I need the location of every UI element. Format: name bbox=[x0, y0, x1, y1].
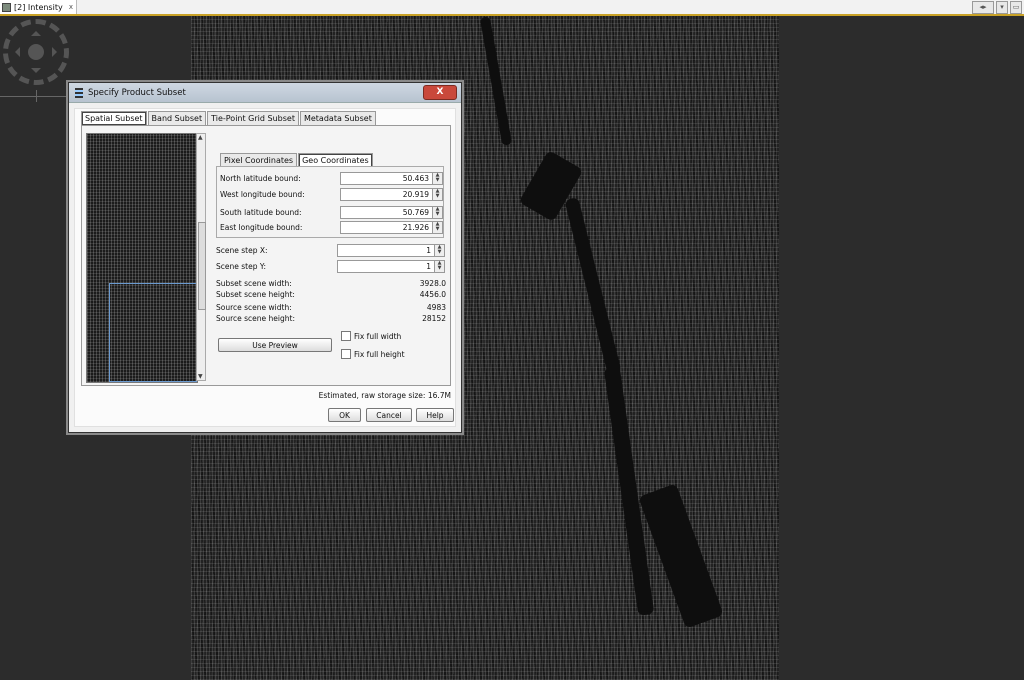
zoom-slider-track[interactable] bbox=[0, 96, 75, 97]
tab-close-icon[interactable]: x bbox=[69, 3, 73, 11]
document-tab-bar: [2] Intensity x ◂▸ ▾ ▭ bbox=[0, 0, 1024, 16]
tab-intensity[interactable]: [2] Intensity x bbox=[0, 0, 77, 14]
scene-step-y-label: Scene step Y: bbox=[216, 262, 266, 271]
preview-scrollbar[interactable]: ▲ ▼ bbox=[196, 133, 206, 381]
tab-list-button[interactable]: ▾ bbox=[996, 1, 1008, 14]
tab-title: [2] Intensity bbox=[14, 2, 63, 12]
checkbox-box[interactable] bbox=[341, 331, 351, 341]
use-preview-button[interactable]: Use Preview bbox=[218, 338, 332, 352]
south-latitude-label: South latitude bound: bbox=[220, 208, 302, 217]
storage-size-label: Estimated, raw storage size: 16.7M bbox=[318, 391, 451, 400]
geo-coordinates-panel: North latitude bound: 50.463 ▲ ▼ West long… bbox=[216, 166, 444, 238]
checkbox-box[interactable] bbox=[341, 349, 351, 359]
close-button[interactable]: X bbox=[423, 85, 457, 100]
pan-navigation-control[interactable] bbox=[3, 19, 69, 85]
west-longitude-label: West longitude bound: bbox=[220, 190, 305, 199]
pan-left-icon[interactable] bbox=[10, 47, 20, 57]
scroll-down-icon[interactable]: ▼ bbox=[198, 373, 203, 380]
east-longitude-label: East longitude bound: bbox=[220, 223, 303, 232]
spinner-arrows-icon[interactable]: ▲ ▼ bbox=[432, 222, 442, 233]
coordinate-tabs: Pixel Coordinates Geo Coordinates bbox=[220, 153, 374, 167]
tab-metadata-subset[interactable]: Metadata Subset bbox=[299, 111, 376, 125]
west-longitude-field[interactable]: 20.919 ▲ ▼ bbox=[340, 188, 443, 201]
fix-full-height-checkbox[interactable]: Fix full height bbox=[341, 349, 405, 359]
north-latitude-label: North latitude bound: bbox=[220, 174, 301, 183]
subset-width-value: 3928.0 bbox=[419, 279, 446, 288]
subset-height-label: Subset scene height: bbox=[216, 290, 295, 299]
spinner-arrows-icon[interactable]: ▲ ▼ bbox=[434, 245, 444, 256]
dialog-content: Spatial Subset Band Subset Tie-Point Gri… bbox=[74, 108, 456, 427]
north-latitude-field[interactable]: 50.463 ▲ ▼ bbox=[340, 172, 443, 185]
pan-right-icon[interactable] bbox=[52, 47, 62, 57]
subset-preview-thumbnail[interactable] bbox=[86, 133, 198, 383]
source-height-label: Source scene height: bbox=[216, 314, 295, 323]
zoom-slider-handle[interactable] bbox=[36, 90, 37, 102]
tab-band-subset[interactable]: Band Subset bbox=[147, 111, 207, 125]
tab-scroll-button[interactable]: ◂▸ bbox=[972, 1, 994, 14]
scene-step-y-field[interactable]: 1 ▲ ▼ bbox=[337, 260, 445, 273]
specify-product-subset-dialog: Specify Product Subset X Spatial Subset … bbox=[68, 82, 462, 433]
pan-down-icon[interactable] bbox=[31, 68, 41, 78]
dialog-titlebar[interactable]: Specify Product Subset X bbox=[69, 83, 461, 103]
window-controls: ◂▸ ▾ ▭ bbox=[972, 1, 1022, 14]
tab-tie-point-grid-subset[interactable]: Tie-Point Grid Subset bbox=[207, 111, 299, 125]
south-latitude-field[interactable]: 50.769 ▲ ▼ bbox=[340, 206, 443, 219]
spinner-arrows-icon[interactable]: ▲ ▼ bbox=[432, 189, 442, 200]
dialog-title: Specify Product Subset bbox=[88, 87, 186, 98]
pan-up-icon[interactable] bbox=[31, 26, 41, 36]
scene-step-x-label: Scene step X: bbox=[216, 246, 268, 255]
help-button[interactable]: Help bbox=[416, 408, 454, 422]
image-view-icon bbox=[2, 2, 11, 12]
scene-step-x-field[interactable]: 1 ▲ ▼ bbox=[337, 244, 445, 257]
subset-tabs: Spatial Subset Band Subset Tie-Point Gri… bbox=[81, 111, 377, 125]
source-height-value: 28152 bbox=[422, 314, 446, 323]
spinner-arrows-icon[interactable]: ▲ ▼ bbox=[434, 261, 444, 272]
subset-selection-rectangle[interactable] bbox=[109, 283, 197, 382]
spinner-arrows-icon[interactable]: ▲ ▼ bbox=[432, 173, 442, 184]
maximize-button[interactable]: ▭ bbox=[1010, 1, 1022, 14]
scroll-up-icon[interactable]: ▲ bbox=[198, 134, 203, 141]
ok-button[interactable]: OK bbox=[328, 408, 361, 422]
pan-center[interactable] bbox=[28, 44, 44, 60]
spatial-subset-panel: ▲ ▼ Pixel Coordinates Geo Coordinates No… bbox=[81, 125, 451, 386]
spinner-arrows-icon[interactable]: ▲ ▼ bbox=[432, 207, 442, 218]
source-width-value: 4983 bbox=[426, 303, 446, 312]
tab-geo-coordinates[interactable]: Geo Coordinates bbox=[298, 153, 373, 167]
fix-full-width-checkbox[interactable]: Fix full width bbox=[341, 331, 401, 341]
tab-pixel-coordinates[interactable]: Pixel Coordinates bbox=[220, 153, 298, 167]
east-longitude-field[interactable]: 21.926 ▲ ▼ bbox=[340, 221, 443, 234]
app-icon bbox=[75, 87, 83, 98]
cancel-button[interactable]: Cancel bbox=[366, 408, 412, 422]
tab-spatial-subset[interactable]: Spatial Subset bbox=[81, 111, 147, 125]
scrollbar-thumb[interactable] bbox=[198, 222, 206, 310]
subset-height-value: 4456.0 bbox=[419, 290, 446, 299]
